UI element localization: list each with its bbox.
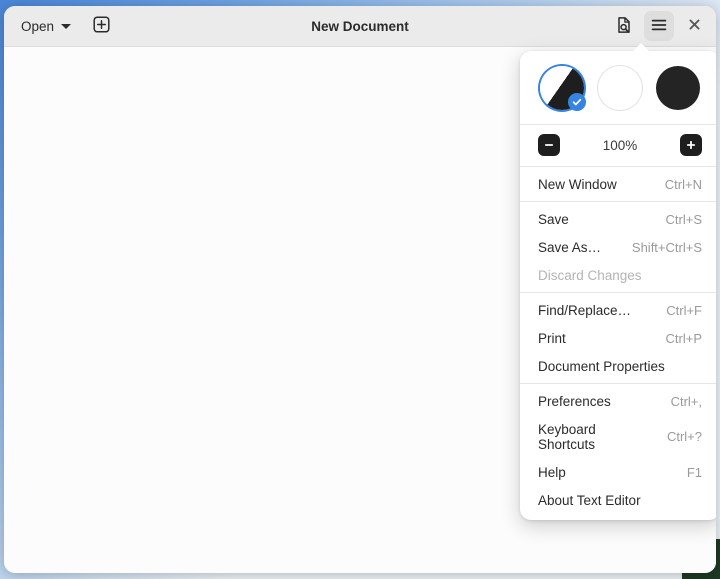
menu-item-label: About Text Editor xyxy=(538,492,641,508)
menu-divider xyxy=(520,292,716,293)
theme-selector xyxy=(520,57,716,121)
menu-item-label: Keyboard Shortcuts xyxy=(538,421,596,452)
menu-item-label: Help xyxy=(538,464,566,480)
menu-item-accelerator: Ctrl+S xyxy=(665,211,702,227)
menu-group: New Window Ctrl+N xyxy=(520,170,716,198)
menu-item-print[interactable]: Print Ctrl+P xyxy=(520,324,716,352)
menu-divider xyxy=(520,383,716,384)
menu-item-keyboard-shortcuts[interactable]: Keyboard Shortcuts Ctrl+? xyxy=(520,415,716,458)
close-icon xyxy=(687,17,702,35)
menu-item-accelerator: Ctrl+N xyxy=(664,176,702,192)
menu-item-label: Find/Replace… xyxy=(538,302,632,318)
menu-item-label: Save As… xyxy=(538,239,602,255)
menu-item-label: Document Properties xyxy=(538,358,665,374)
main-menu-button[interactable] xyxy=(644,11,674,41)
menu-divider xyxy=(520,166,716,167)
text-editor-window: Open New Document 100% New Window Ctrl+N… xyxy=(4,6,716,573)
menu-item-accelerator: Ctrl+P xyxy=(665,330,702,346)
menu-item-accelerator: Shift+Ctrl+S xyxy=(631,239,702,255)
menu-item-label: Print xyxy=(538,330,566,346)
find-in-document-button[interactable] xyxy=(609,11,639,41)
hamburger-menu-icon xyxy=(650,16,668,37)
menu-item-find-replace[interactable]: Find/Replace… Ctrl+F xyxy=(520,296,716,324)
menu-item-accelerator: Ctrl+F xyxy=(666,302,702,318)
menu-item-accelerator: Ctrl+? xyxy=(666,429,702,444)
zoom-in-button[interactable] xyxy=(680,134,702,156)
text-cursor xyxy=(4,47,5,65)
chevron-down-icon xyxy=(61,23,72,29)
minus-icon xyxy=(543,139,555,151)
menu-item-label: New Window xyxy=(538,176,617,192)
theme-option-system[interactable] xyxy=(540,66,586,111)
menu-divider xyxy=(520,201,716,202)
headerbar: Open New Document xyxy=(4,6,716,47)
menu-item-label: Discard Changes xyxy=(538,267,642,283)
menu-group: Save Ctrl+S Save As… Shift+Ctrl+S Discar… xyxy=(520,205,716,289)
theme-option-dark[interactable] xyxy=(656,66,700,110)
menu-item-save-as[interactable]: Save As… Shift+Ctrl+S xyxy=(520,233,716,261)
menu-item-label: Save xyxy=(538,211,569,227)
new-tab-button[interactable] xyxy=(86,11,116,41)
menu-group: Preferences Ctrl+, Keyboard Shortcuts Ct… xyxy=(520,387,716,514)
menu-item-help[interactable]: Help F1 xyxy=(520,458,716,486)
menu-item-discard-changes: Discard Changes xyxy=(520,261,716,289)
menu-group: Find/Replace… Ctrl+F Print Ctrl+P Docume… xyxy=(520,296,716,380)
open-button[interactable]: Open xyxy=(11,12,81,40)
plus-square-icon xyxy=(92,16,110,36)
main-menu-popover: 100% New Window Ctrl+N Save Ctrl+S Save … xyxy=(520,43,716,520)
menu-divider xyxy=(520,124,716,125)
headerbar-right-group xyxy=(609,11,709,41)
menu-item-accelerator: F1 xyxy=(686,464,702,480)
close-window-button[interactable] xyxy=(679,11,709,41)
zoom-controls: 100% xyxy=(520,128,716,163)
menu-item-preferences[interactable]: Preferences Ctrl+, xyxy=(520,387,716,415)
menu-item-label: Preferences xyxy=(538,393,611,409)
theme-option-light[interactable] xyxy=(598,66,642,110)
menu-item-new-window[interactable]: New Window Ctrl+N xyxy=(520,170,716,198)
check-icon xyxy=(568,93,586,111)
menu-item-accelerator: Ctrl+, xyxy=(670,393,702,409)
headerbar-left-group: Open xyxy=(11,11,116,41)
menu-item-about[interactable]: About Text Editor xyxy=(520,486,716,514)
menu-item-document-properties[interactable]: Document Properties xyxy=(520,352,716,380)
open-button-label: Open xyxy=(21,18,55,34)
document-find-icon xyxy=(615,16,633,37)
zoom-level-label: 100% xyxy=(602,137,638,153)
zoom-out-button[interactable] xyxy=(538,134,560,156)
menu-item-save[interactable]: Save Ctrl+S xyxy=(520,205,716,233)
plus-icon xyxy=(685,139,697,151)
